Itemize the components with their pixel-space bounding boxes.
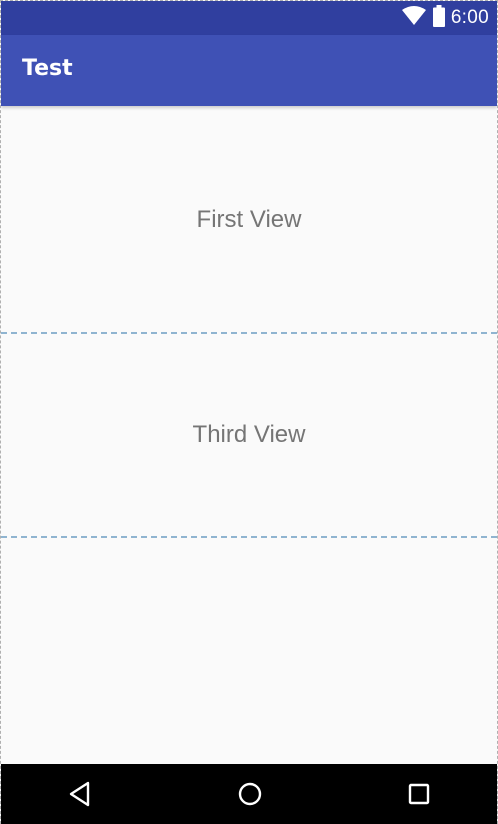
first-view: First View [1, 106, 497, 333]
back-button[interactable] [60, 776, 100, 816]
status-icons: 6:00 [401, 1, 489, 35]
battery-icon [432, 4, 445, 32]
content-area: First View Third View [1, 106, 497, 764]
device-screen: 6:00 Test First View Third View [0, 0, 498, 824]
navigation-bar [1, 764, 497, 824]
status-bar: 6:00 [1, 1, 497, 35]
third-view: Third View [1, 333, 497, 537]
recents-button[interactable] [399, 776, 439, 816]
third-view-label: Third View [192, 421, 306, 448]
app-title: Test [22, 56, 73, 81]
home-icon [237, 781, 263, 812]
wifi-icon [401, 5, 427, 31]
empty-view [1, 537, 497, 764]
home-button[interactable] [230, 776, 270, 816]
app-bar: Test [1, 35, 497, 106]
recents-icon [407, 782, 431, 811]
back-icon [68, 781, 92, 812]
status-time: 6:00 [450, 7, 489, 28]
first-view-label: First View [196, 205, 302, 233]
